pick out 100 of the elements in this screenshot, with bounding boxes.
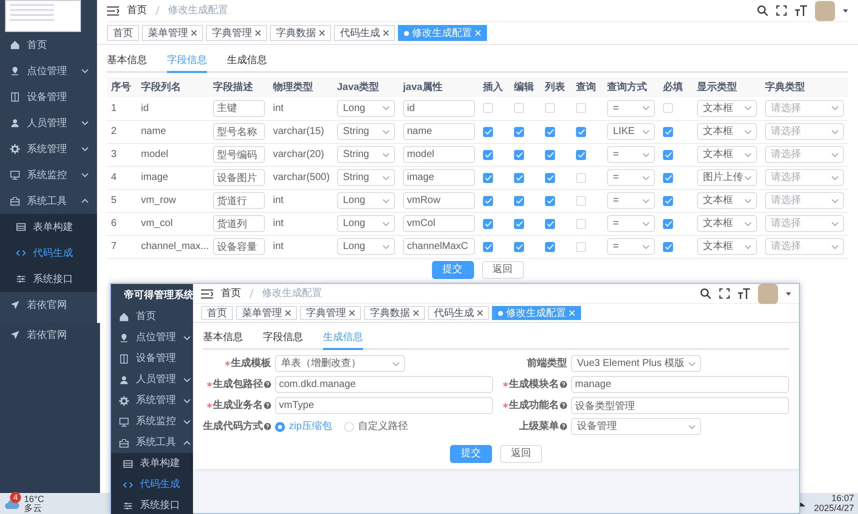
checkbox[interactable] [545, 172, 555, 182]
select-field[interactable]: 文本框 [697, 123, 757, 140]
tag-tab[interactable]: 字典管理 [206, 25, 267, 41]
sidebar-item[interactable]: 点位管理 [0, 58, 97, 84]
checkbox[interactable] [576, 126, 586, 136]
tag-tab[interactable]: 代码生成 [334, 25, 395, 41]
checkbox[interactable] [483, 126, 493, 136]
checkbox[interactable] [514, 218, 524, 228]
select-field[interactable]: = [607, 238, 655, 255]
checkbox[interactable] [483, 172, 493, 182]
checkbox[interactable] [545, 242, 555, 252]
select-field[interactable]: Vue3 Element Plus 模版 [571, 355, 701, 372]
caret-icon[interactable] [786, 292, 791, 296]
checkbox[interactable] [514, 126, 524, 136]
text-field[interactable]: 货道列 [213, 215, 265, 232]
font-size-icon[interactable] [795, 5, 807, 16]
sidebar-item[interactable]: 首页 [0, 32, 97, 58]
close-icon[interactable] [383, 30, 389, 36]
text-field[interactable]: name [403, 123, 475, 140]
select-field[interactable]: 文本框 [697, 146, 757, 163]
select-field[interactable]: Long [337, 100, 395, 117]
tag-tab[interactable]: 首页 [201, 306, 233, 320]
checkbox[interactable] [663, 218, 673, 228]
sidebar-item[interactable]: 设备管理 [111, 348, 193, 369]
checkbox[interactable] [514, 150, 524, 160]
checkbox[interactable] [663, 196, 673, 206]
sidebar-item[interactable]: 若依官网 [0, 323, 100, 347]
radio-option[interactable]: 自定义路径 [344, 419, 408, 434]
avatar-photo-placeholder[interactable] [815, 0, 835, 20]
help-icon[interactable] [264, 402, 271, 409]
caret-icon[interactable] [843, 8, 848, 12]
breadcrumb-item[interactable]: 首页 [221, 286, 241, 301]
close-icon[interactable] [413, 310, 419, 316]
checkbox[interactable] [663, 150, 673, 160]
text-field[interactable]: 货道行 [213, 192, 265, 209]
checkbox[interactable] [483, 196, 493, 206]
help-icon[interactable] [560, 381, 567, 388]
checkbox[interactable] [663, 126, 673, 136]
tag-tab[interactable]: 字典数据 [364, 306, 425, 320]
sidebar-item[interactable]: 代码生成 [0, 240, 97, 266]
text-field[interactable]: manage [571, 376, 789, 393]
select-field[interactable]: 文本框 [697, 215, 757, 232]
select-field[interactable]: = [607, 192, 655, 209]
close-icon[interactable] [349, 310, 355, 316]
sidebar-item[interactable]: 系统工具 [0, 188, 97, 214]
avatar-photo-placeholder[interactable] [758, 284, 778, 304]
text-field[interactable]: model [403, 146, 475, 163]
checkbox[interactable] [663, 172, 673, 182]
tab[interactable]: 字段信息 [263, 327, 303, 350]
sidebar-item[interactable]: 系统接口 [111, 495, 193, 514]
select-field[interactable]: = [607, 215, 655, 232]
select-field[interactable]: Long [337, 192, 395, 209]
text-field[interactable]: vmRow [403, 192, 475, 209]
select-field[interactable]: String [337, 169, 395, 186]
select-field[interactable]: LIKE [607, 123, 655, 140]
close-icon[interactable] [285, 310, 291, 316]
checkbox[interactable] [545, 218, 555, 228]
select-field[interactable]: 文本框 [697, 100, 757, 117]
tag-tab[interactable]: 字典管理 [300, 306, 361, 320]
back-button[interactable]: 返回 [482, 260, 524, 278]
help-icon[interactable] [560, 423, 567, 430]
sidebar-item[interactable]: 表单构建 [0, 214, 97, 240]
checkbox[interactable] [514, 172, 524, 182]
checkbox[interactable] [576, 150, 586, 160]
search-icon[interactable] [700, 288, 711, 299]
text-field[interactable]: com.dkd.manage [275, 376, 493, 393]
text-field[interactable]: id [403, 100, 475, 117]
select-field[interactable]: = [607, 146, 655, 163]
text-field[interactable]: 型号名称 [213, 123, 265, 140]
sidebar-item[interactable]: 人员管理 [0, 110, 97, 136]
sidebar-item[interactable]: 代码生成 [111, 474, 193, 495]
menu-icon[interactable] [201, 288, 213, 298]
tag-tab[interactable]: 首页 [107, 25, 139, 41]
select-field[interactable]: = [607, 169, 655, 186]
tab[interactable]: 生成信息 [227, 50, 267, 73]
text-field[interactable]: vmCol [403, 215, 475, 232]
close-icon[interactable] [477, 310, 483, 316]
text-field[interactable]: 设备图片 [213, 169, 265, 186]
sidebar-item[interactable]: 系统工具 [111, 432, 193, 453]
checkbox[interactable] [545, 150, 555, 160]
sidebar-item[interactable]: 人员管理 [111, 369, 193, 390]
tag-tab[interactable]: 菜单管理 [236, 306, 297, 320]
checkbox[interactable] [663, 242, 673, 252]
tab[interactable]: 基本信息 [203, 327, 243, 350]
select-field[interactable]: 图片上传 [697, 169, 757, 186]
sidebar-item[interactable]: 系统接口 [0, 266, 97, 292]
tab[interactable]: 基本信息 [107, 50, 147, 73]
checkbox[interactable] [545, 196, 555, 206]
select-field[interactable]: 文本框 [697, 192, 757, 209]
select-field[interactable]: String [337, 123, 395, 140]
select-field[interactable]: 设备管理 [571, 418, 701, 435]
sidebar-item[interactable]: 若依官网 [0, 292, 97, 318]
fullscreen-icon[interactable] [719, 288, 730, 299]
text-field[interactable]: vmType [275, 397, 493, 414]
select-field[interactable]: 单表（增删改查） [275, 355, 405, 372]
select-field[interactable]: Long [337, 238, 395, 255]
font-size-icon[interactable] [738, 288, 750, 299]
select-field[interactable]: 文本框 [697, 238, 757, 255]
checkbox[interactable] [483, 242, 493, 252]
sidebar-item[interactable]: 系统管理 [0, 136, 97, 162]
